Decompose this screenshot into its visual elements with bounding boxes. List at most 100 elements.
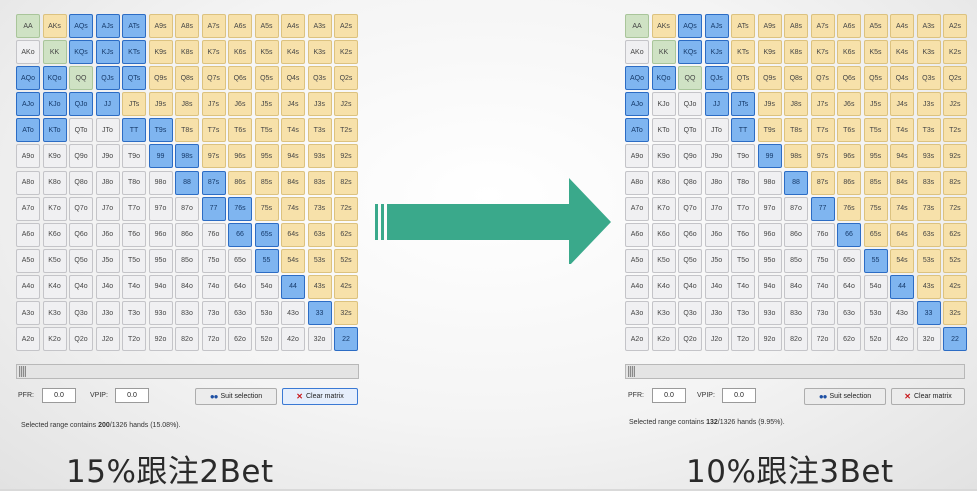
hand-cell-kjo[interactable]: KJo xyxy=(42,92,67,117)
hand-cell-t9o[interactable]: T9o xyxy=(122,144,146,169)
hand-cell-63o[interactable]: 63o xyxy=(837,301,861,326)
hand-cell-aks[interactable]: AKs xyxy=(42,14,67,38)
hand-cell-q6o[interactable]: Q6o xyxy=(678,222,702,247)
hand-cell-q4s[interactable]: Q4s xyxy=(890,66,914,91)
hand-cell-a8s[interactable]: A8s xyxy=(784,14,808,38)
hand-cell-74o[interactable]: 74o xyxy=(810,274,835,299)
hand-cell-53s[interactable]: 53s xyxy=(916,248,941,273)
hand-cell-52o[interactable]: 52o xyxy=(863,327,888,352)
hand-cell-k8s[interactable]: K8s xyxy=(175,40,199,65)
hand-cell-72o[interactable]: 72o xyxy=(201,327,226,352)
hand-cell-43o[interactable]: 43o xyxy=(890,301,914,326)
hand-cell-ats[interactable]: ATs xyxy=(731,14,755,38)
hand-cell-j4o[interactable]: J4o xyxy=(95,274,120,299)
hand-cell-a2s[interactable]: A2s xyxy=(334,14,358,38)
hand-cell-t5o[interactable]: T5o xyxy=(731,248,755,273)
hand-cell-42s[interactable]: 42s xyxy=(334,274,358,299)
hand-cell-t6o[interactable]: T6o xyxy=(731,222,755,247)
hand-cell-75o[interactable]: 75o xyxy=(810,248,835,273)
hand-cell-k2o[interactable]: K2o xyxy=(42,327,67,352)
hand-cell-q7s[interactable]: Q7s xyxy=(201,66,226,91)
hand-cell-64s[interactable]: 64s xyxy=(281,222,305,247)
hand-cell-88[interactable]: 88 xyxy=(784,170,808,195)
hand-cell-j2o[interactable]: J2o xyxy=(95,327,120,352)
hand-cell-t7o[interactable]: T7o xyxy=(731,196,755,221)
hand-cell-97o[interactable]: 97o xyxy=(757,196,782,221)
hand-cell-j8s[interactable]: J8s xyxy=(175,92,199,117)
hand-cell-t9o[interactable]: T9o xyxy=(731,144,755,169)
hand-cell-a3s[interactable]: A3s xyxy=(307,14,332,38)
hand-cell-ajo[interactable]: AJo xyxy=(625,92,649,117)
hand-cell-k6o[interactable]: K6o xyxy=(42,222,67,247)
hand-cell-54o[interactable]: 54o xyxy=(254,274,279,299)
hand-cell-k4s[interactable]: K4s xyxy=(890,40,914,65)
hand-cell-98o[interactable]: 98o xyxy=(148,170,173,195)
hand-cell-t7s[interactable]: T7s xyxy=(201,118,226,143)
hand-cell-k2o[interactable]: K2o xyxy=(651,327,676,352)
hand-cell-k8o[interactable]: K8o xyxy=(651,170,676,195)
hand-cell-kqs[interactable]: KQs xyxy=(678,40,702,65)
hand-cell-64o[interactable]: 64o xyxy=(228,274,252,299)
hand-cell-a5s[interactable]: A5s xyxy=(254,14,279,38)
hand-cell-a4o[interactable]: A4o xyxy=(16,274,40,299)
hand-cell-t5s[interactable]: T5s xyxy=(254,118,279,143)
hand-cell-q8o[interactable]: Q8o xyxy=(678,170,702,195)
hand-cell-42o[interactable]: 42o xyxy=(281,327,305,352)
hand-cell-j4s[interactable]: J4s xyxy=(890,92,914,117)
hand-cell-k3o[interactable]: K3o xyxy=(651,301,676,326)
hand-cell-97s[interactable]: 97s xyxy=(810,144,835,169)
hand-cell-a2o[interactable]: A2o xyxy=(625,327,649,352)
hand-cell-k2s[interactable]: K2s xyxy=(943,40,967,65)
hand-cell-a9o[interactable]: A9o xyxy=(625,144,649,169)
hand-cell-32o[interactable]: 32o xyxy=(307,327,332,352)
hand-cell-a8s[interactable]: A8s xyxy=(175,14,199,38)
hand-cell-q3o[interactable]: Q3o xyxy=(678,301,702,326)
hand-cell-99[interactable]: 99 xyxy=(757,144,782,169)
hand-cell-j7o[interactable]: J7o xyxy=(95,196,120,221)
hand-cell-65s[interactable]: 65s xyxy=(254,222,279,247)
hand-cell-k6s[interactable]: K6s xyxy=(228,40,252,65)
hand-cell-q9s[interactable]: Q9s xyxy=(757,66,782,91)
hand-cell-qto[interactable]: QTo xyxy=(69,118,93,143)
hand-cell-92o[interactable]: 92o xyxy=(148,327,173,352)
hand-cell-93o[interactable]: 93o xyxy=(148,301,173,326)
pfr-input[interactable]: 0.0 xyxy=(42,388,76,403)
hand-cell-kqo[interactable]: KQo xyxy=(42,66,67,91)
hand-cell-a7s[interactable]: A7s xyxy=(810,14,835,38)
hand-cell-jj[interactable]: JJ xyxy=(704,92,729,117)
hand-cell-73s[interactable]: 73s xyxy=(916,196,941,221)
hand-cell-ato[interactable]: ATo xyxy=(16,118,40,143)
hand-cell-t8o[interactable]: T8o xyxy=(122,170,146,195)
hand-cell-ats[interactable]: ATs xyxy=(122,14,146,38)
hand-cell-j7o[interactable]: J7o xyxy=(704,196,729,221)
hand-cell-a4s[interactable]: A4s xyxy=(281,14,305,38)
hand-cell-k7o[interactable]: K7o xyxy=(651,196,676,221)
hand-cell-t4o[interactable]: T4o xyxy=(122,274,146,299)
hand-cell-ato[interactable]: ATo xyxy=(625,118,649,143)
hand-cell-t2o[interactable]: T2o xyxy=(731,327,755,352)
hand-cell-qq[interactable]: QQ xyxy=(678,66,702,91)
hand-cell-j9o[interactable]: J9o xyxy=(704,144,729,169)
hand-cell-82s[interactable]: 82s xyxy=(334,170,358,195)
hand-cell-j2o[interactable]: J2o xyxy=(704,327,729,352)
hand-cell-82s[interactable]: 82s xyxy=(943,170,967,195)
hand-cell-t6s[interactable]: T6s xyxy=(228,118,252,143)
hand-cell-98s[interactable]: 98s xyxy=(784,144,808,169)
hand-cell-jto[interactable]: JTo xyxy=(704,118,729,143)
hand-cell-43o[interactable]: 43o xyxy=(281,301,305,326)
hand-cell-84s[interactable]: 84s xyxy=(890,170,914,195)
hand-cell-87o[interactable]: 87o xyxy=(175,196,199,221)
hand-cell-t5o[interactable]: T5o xyxy=(122,248,146,273)
hand-cell-j5o[interactable]: J5o xyxy=(704,248,729,273)
hand-cell-86o[interactable]: 86o xyxy=(784,222,808,247)
hand-cell-55[interactable]: 55 xyxy=(863,248,888,273)
hand-cell-j6s[interactable]: J6s xyxy=(837,92,861,117)
hand-cell-32o[interactable]: 32o xyxy=(916,327,941,352)
hand-cell-j2s[interactable]: J2s xyxy=(943,92,967,117)
hand-cell-q8s[interactable]: Q8s xyxy=(784,66,808,91)
hand-cell-t7o[interactable]: T7o xyxy=(122,196,146,221)
clear-matrix-button[interactable]: ✕ Clear matrix xyxy=(282,388,358,405)
hand-cell-22[interactable]: 22 xyxy=(943,327,967,352)
hand-cell-65s[interactable]: 65s xyxy=(863,222,888,247)
hand-cell-a2o[interactable]: A2o xyxy=(16,327,40,352)
